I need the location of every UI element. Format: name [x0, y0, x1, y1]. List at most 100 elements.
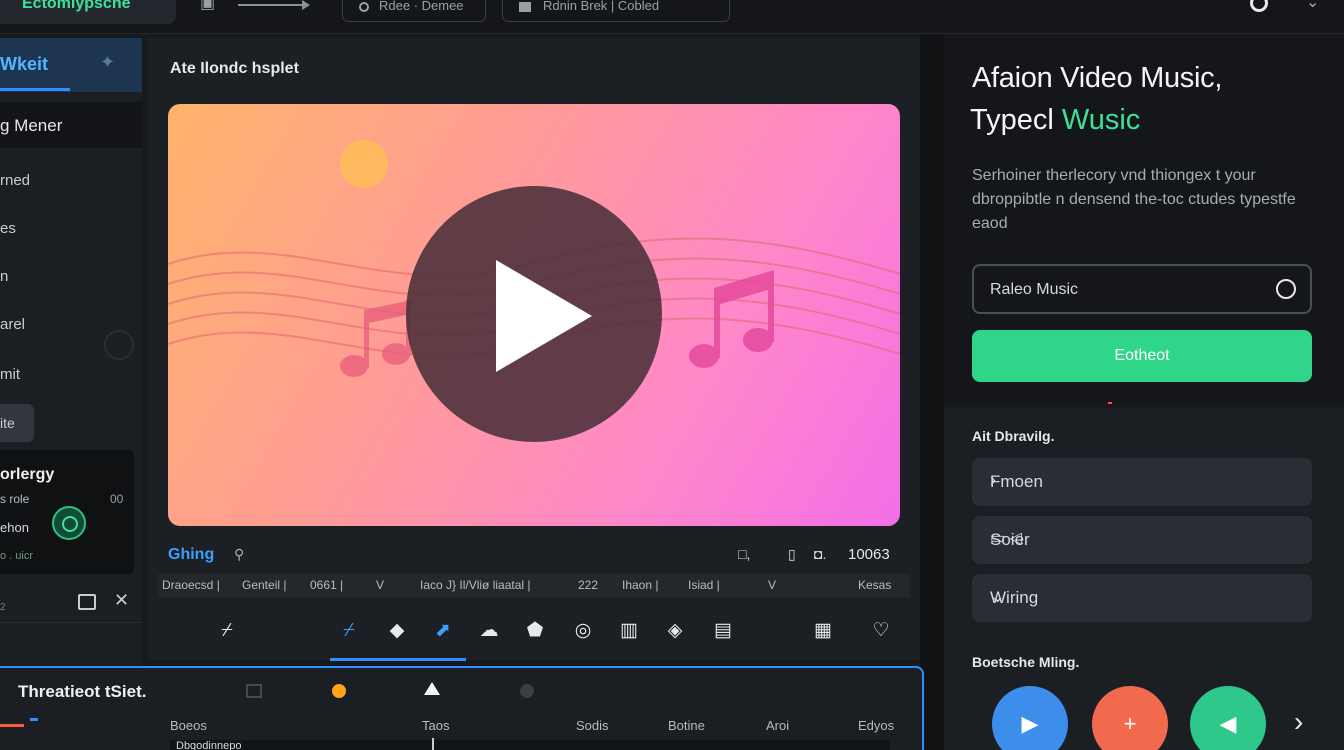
back-action-button[interactable]: ◀ — [1190, 686, 1266, 750]
add-icon[interactable]: ✦ — [100, 52, 115, 73]
grid-icon[interactable]: ▦ — [810, 618, 836, 644]
volume-icon[interactable]: ⚲ — [234, 546, 244, 563]
sidebar-card-foot: o . uicr — [0, 550, 34, 562]
toolbar-pill-2[interactable]: Rdnin Brek | Cobled — [502, 0, 730, 22]
sidebar-item-1[interactable]: rned — [0, 172, 30, 189]
target-icon[interactable]: ◎ — [570, 618, 596, 644]
sidebar-item-4[interactable]: arel — [0, 316, 25, 333]
sidebar-item-2[interactable]: es — [0, 220, 16, 237]
scissors-icon[interactable]: ⌿ — [214, 618, 240, 644]
timeline-marker-blue — [30, 718, 38, 721]
add-action-button[interactable]: + — [1092, 686, 1168, 750]
panel-heading: Afaion Video Music, — [972, 62, 1223, 94]
timeline-column: Aroi — [766, 718, 790, 733]
sidebar-item-3[interactable]: n — [0, 268, 8, 285]
track-tab[interactable]: Ihaon | — [622, 578, 658, 592]
primary-button[interactable]: Eotheot — [972, 330, 1312, 382]
status-dot-orange[interactable] — [332, 684, 346, 698]
chevron-right-icon[interactable]: › — [1294, 706, 1303, 738]
toolbar-lock-icon[interactable]: ▣ — [200, 0, 224, 16]
sidebar-card-sub: s role — [0, 492, 30, 506]
music-note-icon[interactable]: ⌿ — [336, 618, 362, 644]
frame-icon — [519, 1, 531, 12]
play-icon — [496, 260, 592, 372]
timeline-panel: Threatieot tSiet. Boeos Taos Sodis Botin… — [0, 666, 924, 750]
toolbar-pill-1[interactable]: Rdee · Demee — [342, 0, 486, 22]
sidebar-footer-tiny: 2 — [0, 602, 6, 613]
device-icon[interactable]: ▯ — [788, 546, 796, 563]
track-tab[interactable]: Kesas — [858, 578, 891, 592]
sidebar-item-5[interactable]: mit — [0, 366, 20, 383]
image-icon[interactable] — [246, 684, 262, 698]
play-action-button[interactable]: ▶ — [992, 686, 1068, 750]
heading-prefix: Typecl — [970, 104, 1062, 136]
track-tab[interactable]: Isiad | — [688, 578, 720, 592]
pentagon-icon[interactable]: ⬟ — [522, 618, 548, 644]
refresh-icon[interactable] — [1276, 279, 1296, 299]
left-sidebar: Wkeit ✦ g Mener rned es n arel mit ite o… — [0, 38, 142, 750]
loading-ring-icon — [104, 330, 134, 360]
chevron-down-icon: ⌄ — [990, 586, 1006, 606]
track-tab[interactable]: Draoecsd | — [162, 578, 220, 592]
columns-icon[interactable]: ▥ — [616, 618, 642, 644]
panel-description: Serhoiner therlecory vnd thiongex t your… — [972, 167, 1296, 232]
playback-status[interactable]: Ghing — [168, 546, 214, 564]
timeline-column: Botine — [668, 718, 705, 733]
cloud-icon[interactable]: ☁ — [476, 618, 502, 644]
track-tabs: Draoecsd | Genteil | 0661 | V Iaco J} Il… — [158, 574, 910, 598]
timeline-column: Boeos — [170, 718, 207, 733]
option-row[interactable]: Fmoen › — [972, 458, 1312, 506]
input-value: Raleo Music — [990, 281, 1079, 298]
sidebar-header[interactable]: Wkeit ✦ — [0, 38, 142, 92]
right-panel-top: Afaion Video Music, Typecl Wusic Serhoin… — [944, 38, 1344, 402]
sidebar-active-underline — [0, 88, 70, 91]
toolbar-arrow-icon[interactable] — [238, 0, 310, 10]
list-icon[interactable]: ▤ — [710, 618, 736, 644]
section-title: Boetsche Mling. — [972, 654, 1080, 670]
track-tab[interactable]: Iaco J} Il/Vliø liaatal | — [420, 578, 531, 592]
track-tab[interactable]: V — [768, 578, 776, 592]
timeline-cell[interactable]: Dbgodinnepo — [170, 740, 890, 750]
triangle-icon[interactable] — [424, 682, 440, 695]
sidebar-item-selected[interactable]: g Mener — [0, 102, 142, 148]
sidebar-chip[interactable]: ite — [0, 404, 34, 442]
timeline-title: Threatieot tSiet. — [18, 682, 147, 701]
timeline-column: Sodis — [576, 718, 609, 733]
chat-bubble-icon[interactable] — [52, 506, 86, 540]
diamond-icon[interactable]: ◆ — [384, 618, 410, 644]
camera-icon[interactable]: ◘. — [814, 546, 826, 562]
status-dot-gray[interactable] — [520, 684, 534, 698]
video-player[interactable] — [168, 104, 900, 526]
sidebar-title: Wkeit — [0, 54, 49, 74]
track-tab[interactable]: 222 — [578, 578, 598, 592]
close-icon[interactable]: ✕ — [114, 590, 129, 611]
dropdown-row[interactable]: Wiring ⌄ — [972, 574, 1312, 622]
expand-icon[interactable] — [78, 594, 96, 610]
shape-icon[interactable]: ◈ — [662, 618, 688, 644]
toolbar-pill-1-label: Rdee · Demee — [379, 0, 464, 13]
track-tab[interactable]: Genteil | — [242, 578, 286, 592]
right-panel-bottom: Ait Dbravilg. Fmoen › Soier ▭ ◁ Wiring ⌄… — [944, 402, 1344, 750]
app-brand[interactable]: Ectomiypsche — [0, 0, 176, 24]
player-controls: Ghing ⚲ □, ▯ ◘. 10063 — [168, 542, 900, 570]
profile-icon[interactable] — [1250, 0, 1268, 12]
sidebar-card-row: ehon — [0, 520, 29, 535]
heart-icon[interactable]: ♡ — [868, 618, 894, 644]
timeline-column: Edyos — [858, 718, 895, 733]
sidebar-card-title: orlergy — [0, 466, 55, 483]
timeline-column: Taos — [422, 718, 450, 733]
music-search-input[interactable]: Raleo Music — [972, 264, 1312, 314]
playhead[interactable] — [432, 738, 434, 750]
panel-gap — [920, 34, 944, 750]
screen-icon[interactable]: ▭ ◁ — [990, 528, 1296, 548]
play-button[interactable] — [406, 186, 662, 442]
track-tab[interactable]: 0661 | — [310, 578, 343, 592]
chevron-right-icon: › — [990, 470, 996, 490]
arrow-icon[interactable]: ⬈ — [430, 618, 456, 644]
chevron-down-icon[interactable]: ⌄ — [1306, 0, 1319, 12]
sidebar-card[interactable]: orlergy s role 00 ehon o . uicr — [0, 450, 134, 574]
caption-icon[interactable]: □, — [738, 546, 750, 562]
track-tab[interactable]: V — [376, 578, 384, 592]
option-row[interactable]: Soier ▭ ◁ — [972, 516, 1312, 564]
tool-bar: ⌿ ⌿ ◆ ⬈ ☁ ⬟ ◎ ▥ ◈ ▤ ▦ ♡ — [148, 612, 920, 661]
